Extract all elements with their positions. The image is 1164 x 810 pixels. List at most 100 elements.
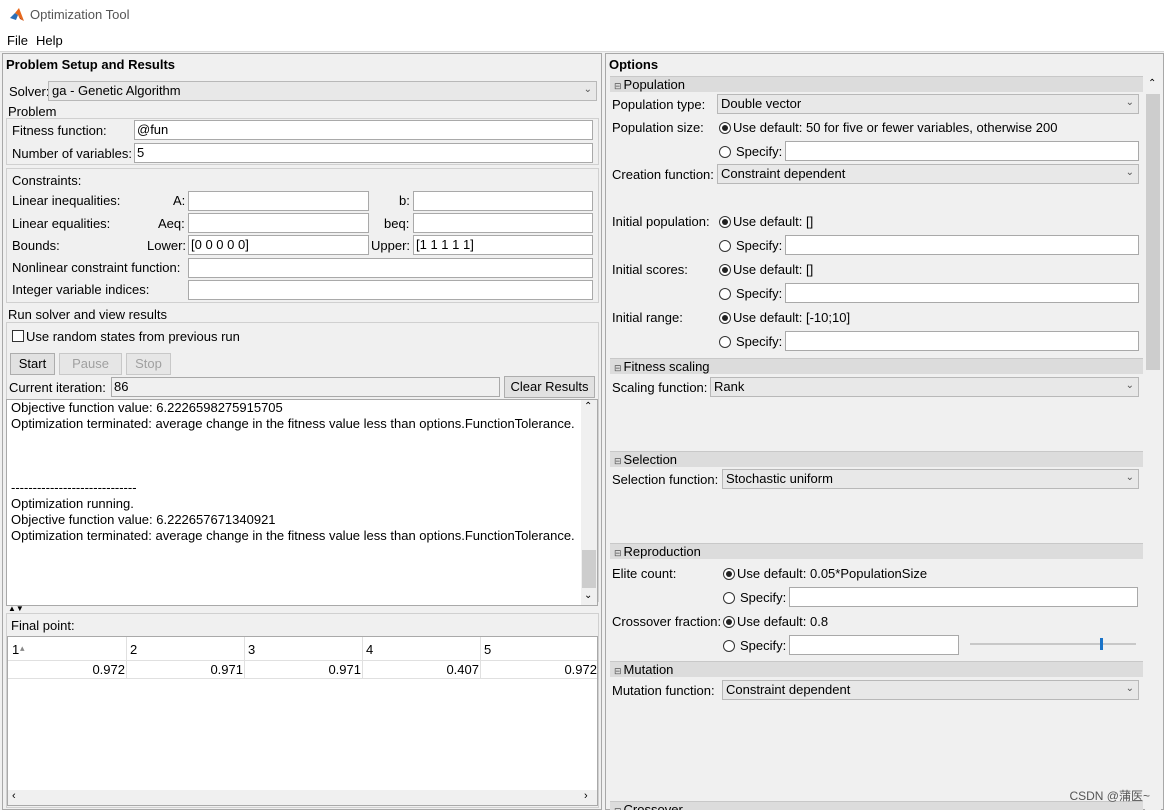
collapse-icon[interactable]: ⊟ xyxy=(614,363,622,373)
menu-help[interactable]: Help xyxy=(36,33,63,48)
integer-variable-indices-input[interactable] xyxy=(188,280,593,300)
options-scrollbar[interactable]: ⌃ xyxy=(1145,76,1161,810)
random-states-checkbox[interactable] xyxy=(12,330,24,342)
table-cell[interactable]: 0.972 xyxy=(480,662,597,677)
scroll-thumb[interactable] xyxy=(582,550,596,588)
reproduction-section[interactable]: ⊟ Reproduction xyxy=(610,543,1143,559)
chevron-down-icon: ⌄ xyxy=(583,84,592,95)
output-line: Optimization terminated: average change … xyxy=(11,528,575,543)
selection-section[interactable]: ⊟ Selection xyxy=(610,451,1143,467)
collapse-icon[interactable]: ⊟ xyxy=(614,456,622,466)
selection-function-label: Selection function: xyxy=(612,472,719,487)
initial-range-specify-radio[interactable] xyxy=(719,336,731,348)
population-size-default-radio[interactable] xyxy=(719,122,731,134)
column-header[interactable]: 4 xyxy=(366,642,373,657)
collapse-icon[interactable]: ⊟ xyxy=(614,806,622,810)
scroll-left-icon[interactable]: ‹ xyxy=(12,790,16,802)
selection-function-select[interactable]: Stochastic uniform ⌄ xyxy=(722,469,1139,489)
pause-button[interactable]: Pause xyxy=(59,353,122,375)
scroll-down-icon[interactable]: ⌄ xyxy=(584,590,592,601)
slider-thumb[interactable] xyxy=(1100,638,1103,650)
collapse-icon[interactable]: ⊟ xyxy=(614,548,622,558)
crossover-section[interactable]: ⊟Crossover xyxy=(610,801,1143,810)
chevron-down-icon: ⌄ xyxy=(1125,97,1134,108)
output-line: Objective function value: 6.222659827591… xyxy=(11,400,283,415)
sort-asc-icon[interactable]: ▴ xyxy=(20,643,25,654)
scroll-right-icon[interactable]: › xyxy=(584,790,588,802)
scaling-function-select[interactable]: Rank ⌄ xyxy=(710,377,1139,397)
integer-variable-indices-label: Integer variable indices: xyxy=(12,282,150,297)
results-output[interactable]: Objective function value: 6.222659827591… xyxy=(6,399,598,606)
chevron-down-icon: ⌄ xyxy=(1125,380,1134,391)
elite-count-input[interactable] xyxy=(789,587,1138,607)
scroll-up-icon[interactable]: ⌃ xyxy=(584,401,592,412)
table-cell[interactable]: 0.407 xyxy=(362,662,479,677)
initial-range-default-radio[interactable] xyxy=(719,312,731,324)
clear-results-button[interactable]: Clear Results xyxy=(504,376,595,398)
column-header[interactable]: 2 xyxy=(130,642,137,657)
options-title: Options xyxy=(609,57,659,72)
a-input[interactable] xyxy=(188,191,369,211)
solver-value: ga - Genetic Algorithm xyxy=(52,83,181,98)
collapse-icon[interactable]: ⊟ xyxy=(614,81,622,91)
elite-count-label: Elite count: xyxy=(612,566,677,581)
results-scrollbar[interactable]: ⌃ ⌄ xyxy=(581,400,597,605)
table-cell[interactable]: 0.971 xyxy=(244,662,361,677)
final-point-table[interactable]: 1 ▴ 0.972 2 0.971 3 0.971 4 0.407 5 0.972 ‹ › xyxy=(7,636,598,806)
elite-count-default-label: Use default: 0.05*PopulationSize xyxy=(737,566,928,581)
initial-range-input[interactable] xyxy=(785,331,1139,351)
elite-count-default-radio[interactable] xyxy=(723,568,735,580)
splitter-arrows-icon[interactable]: ▲▼ xyxy=(8,604,24,613)
column-header[interactable]: 5 xyxy=(484,642,491,657)
solver-label: Solver: xyxy=(9,84,50,99)
column-header[interactable]: 3 xyxy=(248,642,255,657)
table-cell[interactable]: 0.972 xyxy=(8,662,125,677)
solver-select[interactable]: ga - Genetic Algorithm ⌄ xyxy=(48,81,597,101)
crossover-fraction-specify-radio[interactable] xyxy=(723,640,735,652)
initial-scores-specify-radio[interactable] xyxy=(719,288,731,300)
menu-file[interactable]: File xyxy=(7,33,28,48)
title-bar: Optimization Tool xyxy=(0,0,1164,30)
population-type-select[interactable]: Double vector ⌄ xyxy=(717,94,1139,114)
population-size-input[interactable] xyxy=(785,141,1139,161)
a-label: A: xyxy=(173,193,186,208)
crossover-fraction-slider[interactable] xyxy=(970,638,1136,650)
table-cell[interactable]: 0.971 xyxy=(126,662,243,677)
elite-count-specify-radio[interactable] xyxy=(723,592,735,604)
population-size-specify-radio[interactable] xyxy=(719,146,731,158)
table-hscrollbar[interactable]: ‹ › xyxy=(8,790,597,805)
initial-population-default-radio[interactable] xyxy=(719,216,731,228)
initial-population-input[interactable] xyxy=(785,235,1139,255)
lower-input[interactable]: [0 0 0 0 0] xyxy=(188,235,369,255)
column-header[interactable]: 1 xyxy=(12,642,19,657)
initial-population-specify-radio[interactable] xyxy=(719,240,731,252)
mutation-section[interactable]: ⊟ Mutation xyxy=(610,661,1143,677)
fitness-function-input[interactable]: @fun xyxy=(134,120,593,140)
nonlinear-constraint-input[interactable] xyxy=(188,258,593,278)
stop-button[interactable]: Stop xyxy=(126,353,171,375)
population-section[interactable]: ⊟ Population xyxy=(610,76,1143,92)
initial-scores-specify-label: Specify: xyxy=(736,286,783,301)
start-button[interactable]: Start xyxy=(10,353,55,375)
number-of-variables-input[interactable]: 5 xyxy=(134,143,593,163)
fitness-scaling-section[interactable]: ⊟ Fitness scaling xyxy=(610,358,1143,374)
initial-scores-input[interactable] xyxy=(785,283,1139,303)
mutation-function-select[interactable]: Constraint dependent ⌄ xyxy=(722,680,1139,700)
scroll-up-icon[interactable]: ⌃ xyxy=(1148,78,1156,89)
collapse-icon[interactable]: ⊟ xyxy=(614,666,622,676)
initial-scores-default-radio[interactable] xyxy=(719,264,731,276)
beq-input[interactable] xyxy=(413,213,593,233)
elite-count-specify-label: Specify: xyxy=(740,590,787,605)
initial-range-default-label: Use default: [-10;10] xyxy=(733,310,851,325)
crossover-fraction-input[interactable] xyxy=(789,635,959,655)
initial-scores-label: Initial scores: xyxy=(612,262,688,277)
upper-input[interactable]: [1 1 1 1 1] xyxy=(413,235,593,255)
output-line: ----------------------------- xyxy=(11,480,137,495)
creation-function-select[interactable]: Constraint dependent ⌄ xyxy=(717,164,1139,184)
crossover-fraction-specify-label: Specify: xyxy=(740,638,787,653)
scroll-thumb[interactable] xyxy=(1146,94,1160,370)
b-input[interactable] xyxy=(413,191,593,211)
aeq-input[interactable] xyxy=(188,213,369,233)
linear-inequalities-label: Linear inequalities: xyxy=(12,193,121,208)
crossover-fraction-default-radio[interactable] xyxy=(723,616,735,628)
